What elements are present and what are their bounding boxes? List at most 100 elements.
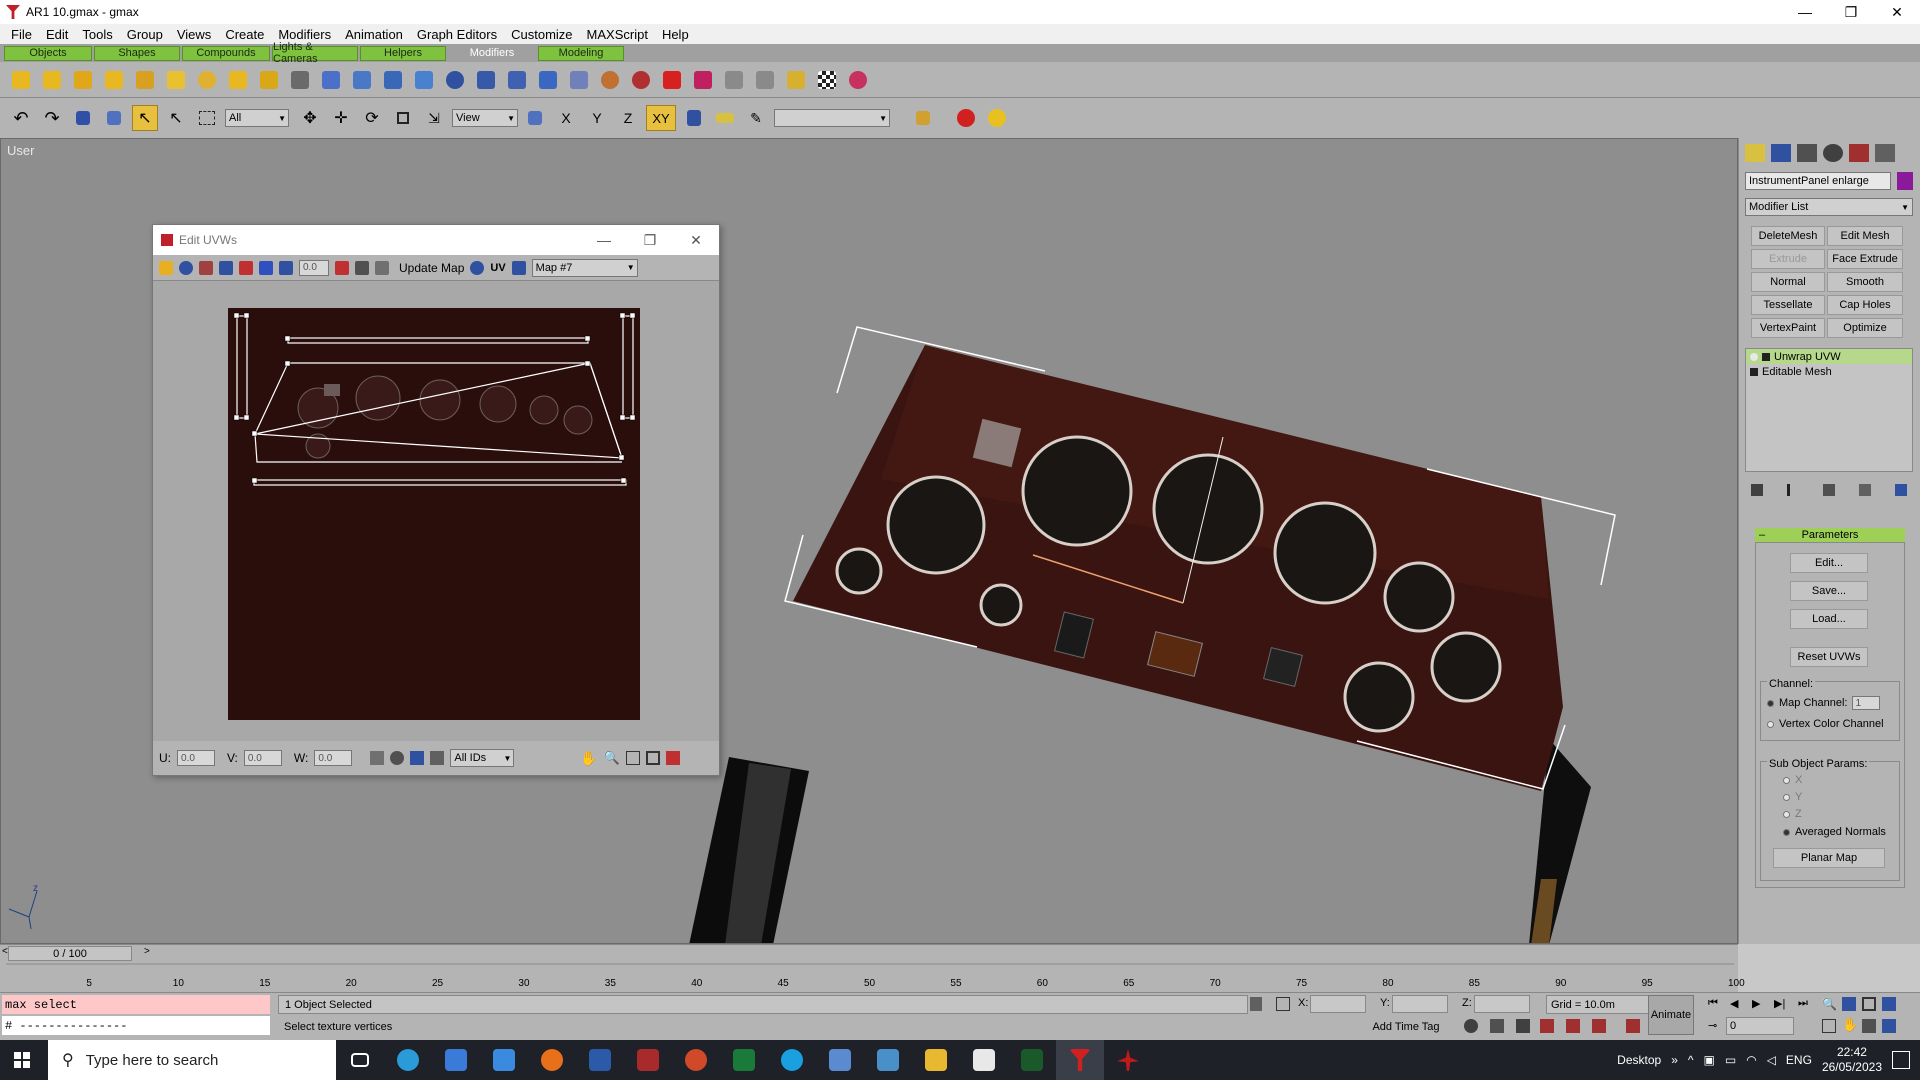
edit-patch-icon[interactable] [659,67,685,93]
current-frame-field[interactable]: 0 [1726,1017,1794,1035]
zoom-extents-all-icon[interactable] [1882,997,1896,1011]
reference-coordinate-dropdown[interactable]: View [452,109,518,127]
time-slider[interactable]: 0 / 100 [8,946,132,961]
material-editor-icon[interactable] [953,105,979,131]
mirror-tool-icon[interactable] [681,105,707,131]
zoom-region-icon[interactable] [625,751,640,765]
menu-edit[interactable]: Edit [39,27,75,42]
edit-uvws-titlebar[interactable]: Edit UVWs — ❐ ✕ [153,225,719,255]
menu-create[interactable]: Create [218,27,271,42]
v-value-field[interactable]: 0.0 [243,750,282,766]
tab-helpers[interactable]: Helpers [360,45,446,61]
map-select-dropdown[interactable]: Map #7 [531,258,638,277]
u-value-field[interactable]: 0.0 [177,750,215,766]
select-by-name-icon[interactable]: ↖ [163,105,189,131]
expand-icon[interactable] [1762,352,1770,361]
show-map-icon[interactable] [470,260,485,275]
edit-mesh-button[interactable]: Edit Mesh [1827,226,1903,246]
key-lock-icon[interactable]: ⊸ [1708,1019,1717,1032]
show-hidden-icon[interactable] [390,751,405,765]
clock[interactable]: 22:42 26/05/2023 [1822,1045,1882,1075]
prev-key-icon[interactable]: ◀ [1730,997,1738,1010]
bulb-icon[interactable] [1750,352,1758,361]
edit-uv-button[interactable]: Edit... [1790,553,1868,573]
vertexpaint-button[interactable]: VertexPaint [1751,318,1825,338]
maxscript-listener-input[interactable]: max select [2,995,270,1014]
go-to-start-icon[interactable]: ⏮ [1708,997,1718,1010]
taskbar-search[interactable]: ⚲ Type here to search [48,1040,336,1080]
update-map-button[interactable]: Update Map [399,261,464,275]
edit-spline-icon[interactable] [690,67,716,93]
tab-objects[interactable]: Objects [4,45,92,61]
transform-gizmo-icon[interactable] [1540,1019,1554,1033]
utilities-tab-icon[interactable] [1875,144,1895,162]
display-tab-icon[interactable] [1849,144,1869,162]
menu-help[interactable]: Help [655,27,696,42]
animate-button[interactable]: Animate [1648,995,1694,1035]
remove-modifier-icon[interactable] [1859,484,1871,496]
arc-rotate-icon[interactable] [1862,1019,1876,1033]
next-key-icon[interactable]: ▶| [1774,997,1785,1010]
zoom-all-icon[interactable] [1842,997,1856,1011]
noise-icon[interactable] [101,67,127,93]
map-channel-radio[interactable]: Map Channel: 1 [1767,696,1880,710]
object-color-swatch[interactable] [1897,172,1913,190]
planar-map-button[interactable]: Planar Map [1773,848,1885,868]
select-modifier-icon[interactable] [318,67,344,93]
smooth-button[interactable]: Smooth [1827,272,1903,292]
squeeze-icon[interactable] [163,67,189,93]
tab-shapes[interactable]: Shapes [94,45,180,61]
normal-button[interactable]: Normal [1751,272,1825,292]
menu-file[interactable]: File [4,27,39,42]
uv-value-field[interactable]: 0.0 [299,259,329,276]
maxscript-listener-output[interactable]: # --------------- [2,1016,270,1035]
scale-uv-icon[interactable] [199,260,213,275]
mesh-smooth-icon[interactable] [566,67,592,93]
edit-uvws-maximize-button[interactable]: ❐ [627,225,673,255]
patch-select-icon[interactable] [411,67,437,93]
relax-icon[interactable] [597,67,623,93]
pan-icon[interactable]: ✋ [580,750,597,767]
start-button[interactable] [14,1052,30,1068]
load-uv-button[interactable]: Load... [1790,609,1868,629]
volume-icon[interactable]: ◁ [1767,1053,1776,1067]
save-uv-button[interactable]: Save... [1790,581,1868,601]
restrict-xy-button[interactable]: XY [646,105,676,131]
mirror-uv-icon[interactable] [219,260,233,275]
surface-icon[interactable] [752,67,778,93]
stack-item-editable-mesh[interactable]: Editable Mesh [1746,364,1912,379]
properties-icon[interactable] [511,260,526,275]
viewport-config-icon[interactable] [1516,1019,1530,1033]
set-key-icon[interactable] [1626,1019,1640,1033]
reset-uvws-button[interactable]: Reset UVWs [1790,647,1868,667]
notepad-icon[interactable] [960,1040,1008,1080]
scale-icon[interactable] [390,105,416,131]
snap-icon[interactable] [910,105,936,131]
zoom-icon[interactable]: 🔍 [1822,997,1837,1011]
wave-icon[interactable] [225,67,251,93]
motion-tab-icon[interactable] [1823,144,1843,162]
control-panel-icon[interactable] [864,1040,912,1080]
lock-uv-icon[interactable] [370,751,385,765]
menu-group[interactable]: Group [120,27,170,42]
snap-uv-icon[interactable] [410,751,425,765]
battery-icon[interactable]: ▭ [1725,1053,1736,1067]
expand-icon[interactable] [1750,367,1758,376]
tessellate-button[interactable]: Tessellate [1751,295,1825,315]
redo-icon[interactable]: ↷ [39,105,65,131]
object-name-field[interactable]: InstrumentPanel enlarge [1745,172,1891,190]
excel-icon[interactable] [720,1040,768,1080]
minimize-button[interactable]: — [1782,0,1828,24]
network-icon[interactable]: ▣ [1704,1053,1715,1067]
uv-toggle-button[interactable]: UV [490,262,505,274]
mirror-icon[interactable]: ⇲ [421,105,447,131]
file-explorer-icon[interactable] [912,1040,960,1080]
language-indicator[interactable]: ENG [1786,1053,1812,1067]
taper-icon[interactable] [39,67,65,93]
menu-maxscript[interactable]: MAXScript [580,27,655,42]
pick-icon[interactable] [335,260,349,275]
edit-uvws-window[interactable]: Edit UVWs — ❐ ✕ 0.0 Update Map UV Map #7 [152,224,720,776]
ids-select-dropdown[interactable]: All IDs [450,749,515,767]
powerpoint-icon[interactable] [672,1040,720,1080]
region-zoom-icon[interactable] [1822,1019,1836,1033]
